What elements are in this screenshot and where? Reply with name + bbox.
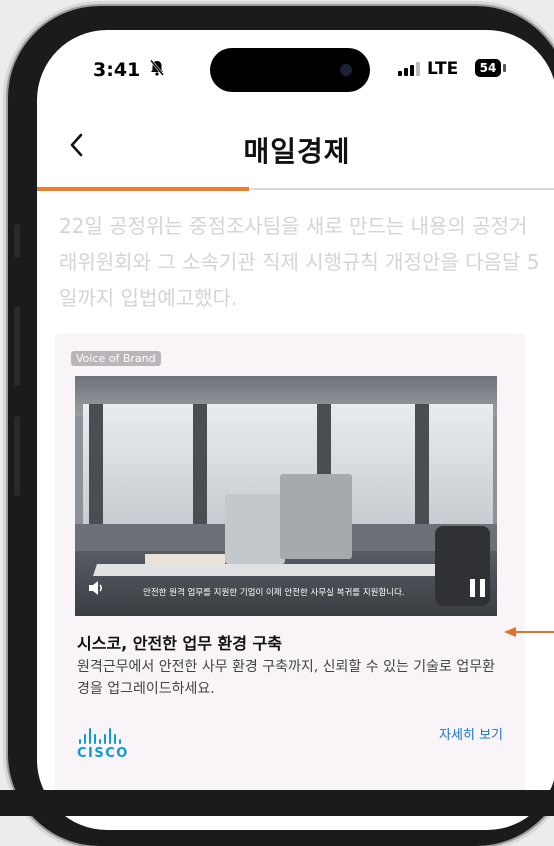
network-type: LTE [427,59,459,79]
status-time: 3:41 [93,59,141,81]
speaker-icon[interactable] [87,579,105,597]
ad-card[interactable]: Voice of Brand 안전한 원격 업무를 지원한 기업이 이제 안전한… [55,334,525,810]
ad-video-player[interactable]: 안전한 원격 업무를 지원한 기업이 이제 안전한 사무실 복귀를 지원합니다. [75,376,497,616]
battery-tip [503,64,506,72]
ad-label-badge: Voice of Brand [71,351,161,366]
phone-bottom-bezel [0,790,554,816]
signal-strength-icon [398,60,420,76]
volume-down-button [14,416,20,496]
video-caption: 안전한 원격 업무를 지원한 기업이 이제 안전한 사무실 복귀를 지원합니다. [143,588,405,598]
pointer-arrow-icon [504,627,554,637]
ad-description: 원격근무에서 안전한 사무 환경 구축까지, 신뢰할 수 있는 기술로 업무환경… [77,659,496,697]
cisco-logo: CISCO [77,728,133,764]
side-button [14,224,20,258]
volume-up-button [14,306,20,386]
battery-icon: 54 [475,59,501,77]
pause-icon[interactable] [470,579,486,597]
front-camera [340,64,352,76]
reading-progress-indicator [37,187,249,191]
phone-screen: 3:41 LTE 54 매일경제 22일 공정위는 중점조사팀을 새로 만드는 … [37,30,554,830]
page-title: 매일경제 [243,135,351,168]
cisco-logo-text: CISCO [77,746,129,761]
bell-slash-icon [149,59,165,81]
ad-title[interactable]: 시스코, 안전한 업무 환경 구축 [77,630,282,654]
article-text: 22일 공정위는 중점조사팀을 새로 만드는 내용의 공정거래위원회와 그 소속… [59,214,540,310]
ad-more-link[interactable]: 자세히 보기 [439,724,503,743]
